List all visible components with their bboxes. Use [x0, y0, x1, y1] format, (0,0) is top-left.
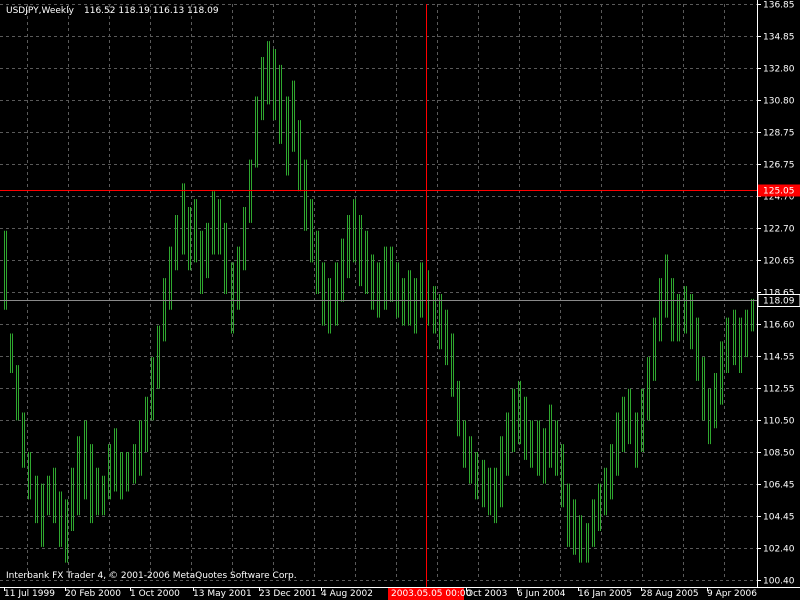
y-tick-label: 110.50 — [763, 417, 795, 427]
y-tick-label: 128.75 — [763, 129, 795, 139]
chart-symbol: USDJPY,Weekly — [6, 6, 75, 16]
current-price-label: 118.09 — [763, 297, 795, 307]
x-tick-label: 6 Jun 2004 — [517, 589, 566, 599]
y-tick-label: 132.80 — [763, 65, 795, 75]
y-tick-label: 100.40 — [763, 577, 795, 587]
y-tick-label: 114.55 — [763, 353, 795, 363]
crosshair-date-label: 2003.05.05 00:00 — [391, 589, 472, 599]
y-tick-label: 116.60 — [763, 321, 795, 331]
y-tick-label: 136.85 — [763, 1, 795, 11]
price-chart[interactable]: 136.85134.85132.80130.80128.75126.75124.… — [0, 0, 800, 600]
chart-ohlc: 116.52 118.19 116.13 118.09 — [84, 6, 219, 16]
y-tick-label: 126.75 — [763, 161, 795, 171]
crosshair-price-label: 125.05 — [763, 187, 795, 197]
x-tick-label: 13 May 2001 — [193, 589, 252, 599]
x-tick-label: 20 Feb 2000 — [65, 589, 121, 599]
x-tick-label: 23 Dec 2001 — [259, 589, 317, 599]
x-tick-label: 11 Jul 1999 — [4, 589, 55, 599]
y-tick-label: 106.45 — [763, 481, 795, 491]
y-tick-label: 102.40 — [763, 545, 795, 555]
x-tick-label: 4 Aug 2002 — [321, 589, 373, 599]
x-tick-label: Oct 2003 — [466, 589, 507, 599]
y-tick-label: 122.70 — [763, 225, 795, 235]
copyright-text: Interbank FX Trader 4, © 2001-2006 MetaQ… — [6, 571, 297, 581]
y-tick-label: 112.55 — [763, 385, 795, 395]
x-tick-label: 1 Oct 2000 — [130, 589, 180, 599]
x-tick-label: 9 Apr 2006 — [707, 589, 757, 599]
y-tick-label: 120.65 — [763, 257, 795, 267]
y-tick-label: 108.50 — [763, 449, 795, 459]
y-tick-label: 130.80 — [763, 97, 795, 107]
y-tick-label: 104.45 — [763, 513, 795, 523]
x-tick-label: 16 Jan 2005 — [578, 589, 632, 599]
x-tick-label: 28 Aug 2005 — [641, 589, 699, 599]
y-tick-label: 134.85 — [763, 33, 795, 43]
